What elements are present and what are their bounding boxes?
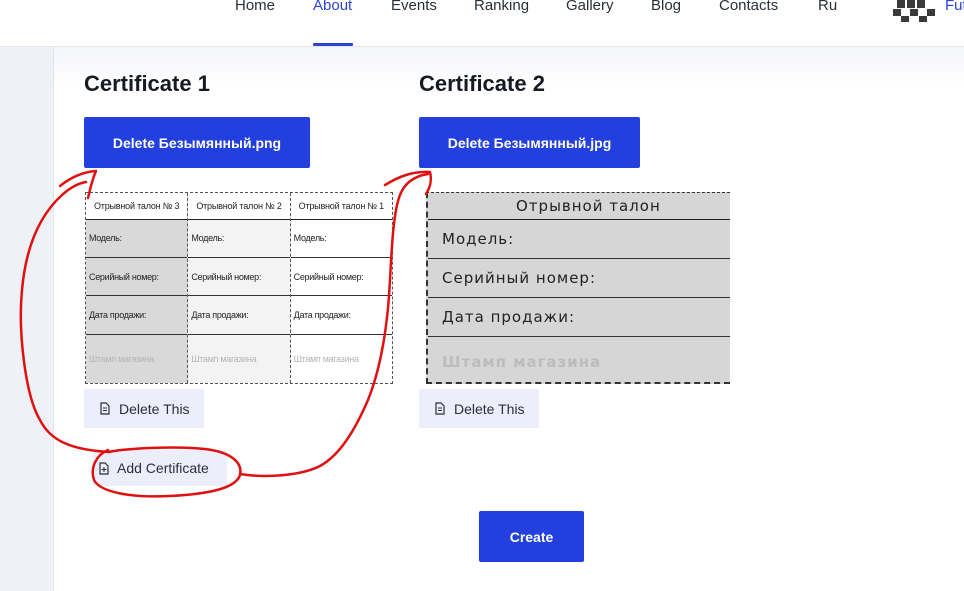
coupon-row: Серийный номер: (290, 258, 392, 297)
coupon-header: Отрывной талон № 1 (290, 193, 392, 220)
delete-this-label: Delete This (119, 400, 190, 417)
coupon-column-3: Отрывной талон № 3 Модель: Серийный номе… (86, 193, 189, 383)
coupon-column-1: Отрывной талон № 1 Модель: Серийный номе… (290, 193, 392, 383)
delete-file-button-1[interactable]: Delete Безымянный.png (84, 117, 310, 168)
add-certificate-label: Add Certificate (117, 460, 209, 476)
create-button[interactable]: Create (479, 511, 584, 562)
coupon-row: Модель: (188, 220, 290, 258)
coupon-row: Серийный номер: (86, 258, 188, 297)
certificate-2-title: Certificate 2 (419, 71, 545, 96)
coupon-row: Дата продажи: (428, 298, 730, 337)
coupon-row: Серийный номер: (188, 258, 290, 297)
nav-home[interactable]: Home (235, 0, 275, 14)
coupon-header: Отрывной талон № 3 (86, 193, 188, 220)
left-sidebar (0, 47, 54, 591)
delete-this-label: Delete This (454, 400, 525, 417)
document-icon (435, 402, 445, 415)
coupon-row: Модель: (86, 220, 188, 258)
add-certificate-button[interactable]: Add Certificate (93, 450, 227, 486)
nav-about[interactable]: About (313, 0, 352, 14)
nav-gallery[interactable]: Gallery (566, 0, 614, 14)
coupon-row: Штамп магазина (191, 353, 257, 364)
coupon-row: Дата продажи: (86, 296, 188, 335)
brand-name[interactable]: Fut (945, 0, 964, 14)
delete-file-button-2[interactable]: Delete Безымянный.jpg (419, 117, 640, 168)
coupon-row: Дата продажи: (188, 296, 290, 335)
add-document-icon (99, 461, 109, 475)
coupon-column-2: Отрывной талон № 2 Модель: Серийный номе… (188, 193, 291, 383)
coupon-row: Дата продажи: (290, 296, 392, 335)
certificate-1-title: Certificate 1 (84, 71, 210, 96)
nav-events[interactable]: Events (391, 0, 437, 14)
certificate-2-image: Отрывной талон Модель: Серийный номер: Д… (426, 192, 730, 384)
nav-ranking[interactable]: Ranking (474, 0, 529, 14)
top-navigation: Home About Events Ranking Gallery Blog C… (0, 0, 964, 47)
nav-contacts[interactable]: Contacts (719, 0, 778, 14)
brand-logo-icon[interactable] (893, 0, 935, 22)
coupon-header: Отрывной талон № 2 (188, 193, 290, 220)
coupon-row: Модель: (428, 220, 730, 259)
coupon-row: Модель: (290, 220, 392, 258)
nav-blog[interactable]: Blog (651, 0, 681, 14)
nav-active-indicator (313, 43, 353, 46)
coupon-row: Серийный номер: (428, 259, 730, 298)
coupon-row: Штамп магазина (442, 352, 602, 371)
nav-language[interactable]: Ru (818, 0, 837, 14)
coupon-row: Штамп магазина (293, 353, 359, 364)
certificate-1-image: Отрывной талон № 3 Модель: Серийный номе… (85, 192, 393, 384)
coupon-header: Отрывной талон (428, 193, 730, 220)
document-icon (100, 402, 110, 415)
delete-this-button-2[interactable]: Delete This (419, 389, 539, 428)
coupon-row: Штамп магазина (89, 353, 154, 364)
delete-this-button-1[interactable]: Delete This (84, 389, 204, 428)
